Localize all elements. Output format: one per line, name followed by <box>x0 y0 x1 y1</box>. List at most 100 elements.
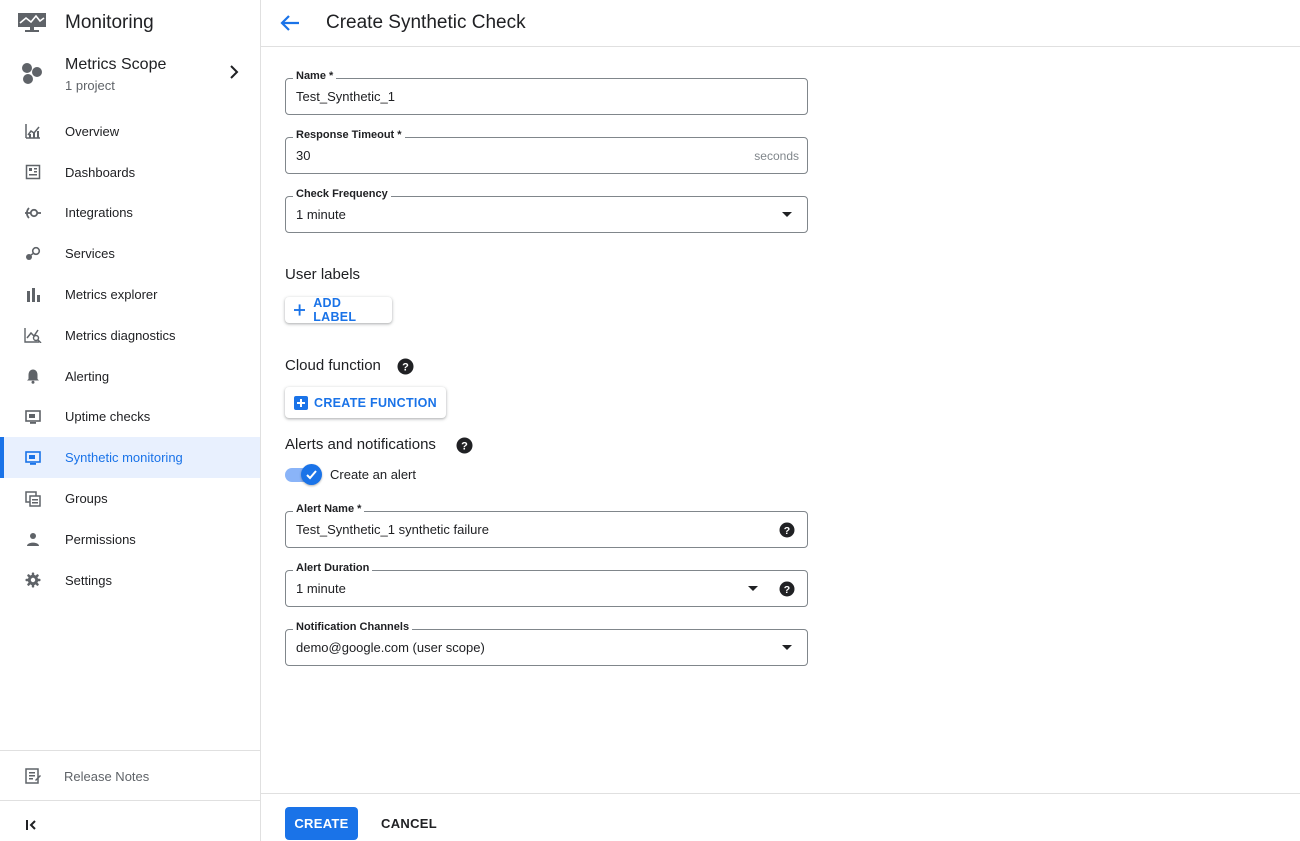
sidebar-item-label: Services <box>65 246 115 262</box>
dropdown-arrow-icon <box>782 645 792 650</box>
page-title: Create Synthetic Check <box>326 12 526 33</box>
groups-icon <box>25 490 41 507</box>
release-notes-label: Release Notes <box>64 768 150 784</box>
name-field-label: Name * <box>293 70 337 82</box>
sidebar-divider <box>0 750 260 751</box>
overview-icon <box>25 124 40 140</box>
sidebar-item-synthetic-monitoring[interactable]: Synthetic monitoring <box>0 437 260 479</box>
sidebar-item-integrations[interactable]: Integrations <box>0 193 260 234</box>
sidebar-item-groups[interactable]: Groups <box>0 478 260 519</box>
sidebar-item-dashboards[interactable]: Dashboards <box>0 152 260 193</box>
checkmark-icon <box>306 469 317 479</box>
sidebar-item-label: Integrations <box>65 205 133 221</box>
metrics-scope-icon <box>22 63 42 84</box>
sidebar: Monitoring Metrics Scope 1 project Overv… <box>0 0 261 841</box>
sidebar-divider <box>0 800 260 801</box>
response-timeout-label: Response Timeout * <box>293 129 405 141</box>
monitor-icon <box>25 410 41 424</box>
sidebar-item-label: Uptime checks <box>65 409 151 425</box>
sidebar-item-alerting[interactable]: Alerting <box>0 356 260 397</box>
help-icon[interactable]: ? <box>779 522 795 538</box>
response-timeout-value: 30 <box>296 148 311 163</box>
svg-text:?: ? <box>784 525 790 537</box>
check-frequency-label: Check Frequency <box>293 188 391 200</box>
sidebar-item-permissions[interactable]: Permissions <box>0 519 260 560</box>
sidebar-item-metrics-explorer[interactable]: Metrics explorer <box>0 274 260 315</box>
dashboards-icon <box>25 164 41 180</box>
services-icon <box>26 246 41 260</box>
sidebar-item-label: Groups <box>65 491 108 507</box>
toggle-track <box>285 463 322 485</box>
alert-name-field[interactable]: Alert Name * Test_Synthetic_1 synthetic … <box>285 503 808 548</box>
metrics-scope-text: Metrics Scope 1 project <box>65 55 166 93</box>
metrics-scope-subtitle: 1 project <box>65 78 115 93</box>
toggle-thumb <box>301 463 322 485</box>
sidebar-item-label: Overview <box>65 123 120 139</box>
add-label-button[interactable]: ADD LABEL <box>285 296 392 324</box>
sidebar-item-overview[interactable]: Overview <box>0 111 260 152</box>
integrations-icon <box>25 207 41 219</box>
monitoring-logo-icon <box>18 13 46 32</box>
notification-channels-select[interactable]: Notification Channels demo@google.com (u… <box>285 621 808 666</box>
create-function-button-label: CREATE FUNCTION <box>314 395 438 410</box>
svg-text:?: ? <box>461 441 468 453</box>
collapse-sidebar-icon[interactable] <box>22 815 42 835</box>
notification-channels-label: Notification Channels <box>293 621 413 633</box>
back-arrow-icon[interactable] <box>279 12 301 34</box>
alert-duration-label: Alert Duration <box>293 562 373 574</box>
plus-icon <box>294 304 306 316</box>
sidebar-item-label: Metrics diagnostics <box>65 327 176 343</box>
chevron-right-icon <box>230 65 239 79</box>
sidebar-item-label: Metrics explorer <box>65 287 158 303</box>
create-alert-label: Create an alert <box>330 467 416 482</box>
sidebar-item-settings[interactable]: Settings <box>0 560 260 601</box>
add-box-icon <box>294 395 308 410</box>
cancel-button[interactable]: CANCEL <box>373 807 445 840</box>
sidebar-item-label: Settings <box>65 572 112 588</box>
create-function-button[interactable]: CREATE FUNCTION <box>285 387 446 418</box>
release-notes-icon <box>25 768 41 784</box>
diagnostics-icon <box>24 328 42 344</box>
person-icon <box>27 533 39 547</box>
bell-icon <box>27 369 39 384</box>
form-actions-bar: CREATE CANCEL <box>261 793 1300 841</box>
sidebar-item-label: Permissions <box>65 531 136 547</box>
sidebar-item-uptime-checks[interactable]: Uptime checks <box>0 397 260 438</box>
create-alert-toggle[interactable]: Create an alert <box>285 463 416 485</box>
app-root: Monitoring Metrics Scope 1 project Overv… <box>0 0 1300 841</box>
alert-duration-value: 1 minute <box>296 581 346 596</box>
monitor-icon <box>25 450 41 465</box>
sidebar-item-metrics-diagnostics[interactable]: Metrics diagnostics <box>0 315 260 356</box>
check-frequency-select[interactable]: Check Frequency 1 minute <box>285 188 808 233</box>
svg-text:?: ? <box>402 362 409 374</box>
name-field[interactable]: Name * Test_Synthetic_1 <box>285 70 808 115</box>
release-notes-link[interactable]: Release Notes <box>0 757 260 795</box>
svg-text:?: ? <box>784 584 790 596</box>
alert-name-value: Test_Synthetic_1 synthetic failure <box>296 522 489 537</box>
alerts-heading: Alerts and notifications <box>285 436 436 453</box>
help-icon[interactable]: ? <box>456 437 473 454</box>
response-timeout-suffix: seconds <box>754 149 799 163</box>
notification-channels-value: demo@google.com (user scope) <box>296 640 485 655</box>
alert-duration-select[interactable]: Alert Duration 1 minute ? <box>285 562 808 607</box>
sidebar-nav: Overview Dashboards Integrations Service… <box>0 111 260 601</box>
check-frequency-value: 1 minute <box>296 207 346 222</box>
help-icon[interactable]: ? <box>397 358 414 375</box>
metrics-scope-title: Metrics Scope <box>65 56 167 73</box>
sidebar-header: Monitoring <box>0 0 260 46</box>
dropdown-arrow-icon <box>782 212 792 217</box>
create-button[interactable]: CREATE <box>285 807 358 840</box>
alert-name-label: Alert Name * <box>293 503 365 515</box>
name-field-value: Test_Synthetic_1 <box>296 89 396 104</box>
bar-chart-icon <box>27 287 40 302</box>
user-labels-heading: User labels <box>285 266 361 283</box>
sidebar-item-label: Dashboards <box>65 164 136 180</box>
sidebar-item-services[interactable]: Services <box>0 233 260 274</box>
metrics-scope-selector[interactable]: Metrics Scope 1 project <box>0 46 260 104</box>
sidebar-item-label: Synthetic monitoring <box>65 450 183 466</box>
dropdown-arrow-icon <box>748 586 758 591</box>
help-icon[interactable]: ? <box>779 581 795 597</box>
cloud-function-heading: Cloud function <box>285 357 381 374</box>
response-timeout-field[interactable]: Response Timeout * 30 seconds <box>285 129 808 174</box>
add-label-button-label: ADD LABEL <box>313 296 357 324</box>
